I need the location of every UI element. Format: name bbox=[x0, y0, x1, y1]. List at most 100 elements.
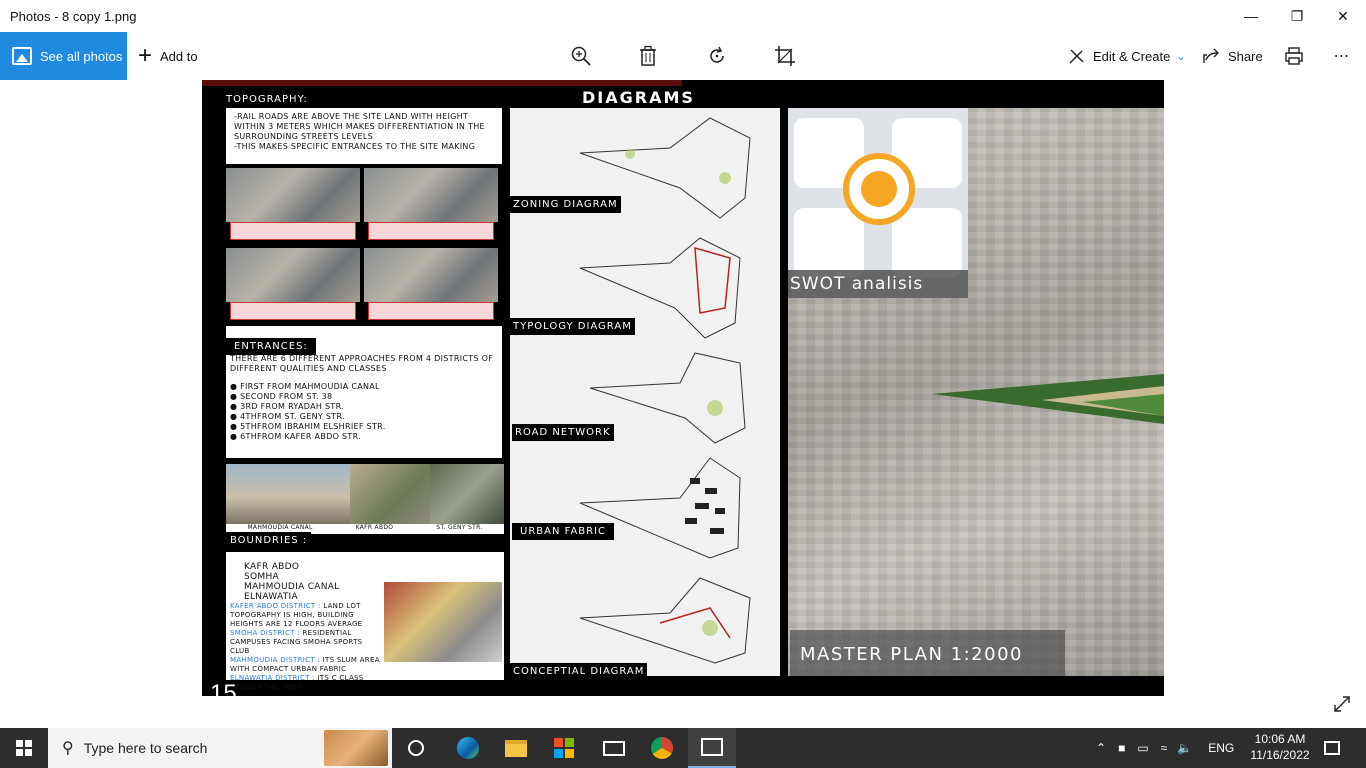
boundry-item: Kafr Abdo bbox=[244, 562, 300, 572]
more-options-button[interactable]: ⋯ bbox=[1330, 44, 1354, 68]
boundry-item: Somha bbox=[244, 572, 279, 582]
diagram-sketches bbox=[579, 117, 751, 664]
store-button[interactable] bbox=[540, 728, 588, 768]
topography-label: Topography: bbox=[226, 94, 308, 105]
chevron-down-icon: ⌄ bbox=[1176, 50, 1186, 63]
topography-photo-1 bbox=[226, 168, 360, 222]
topography-profile-4 bbox=[368, 302, 494, 320]
entrance-photo-1 bbox=[226, 464, 350, 524]
photos-button[interactable] bbox=[688, 728, 736, 768]
poster-accent-bar bbox=[202, 80, 682, 86]
print-button[interactable] bbox=[1282, 44, 1306, 68]
minimize-icon: — bbox=[1244, 8, 1258, 24]
poster-header: DIAGRAMS bbox=[582, 88, 695, 107]
swot-hex bbox=[794, 208, 864, 278]
entrance-item: ● 4thfrom st. Geny str. bbox=[230, 412, 345, 421]
rotate-icon bbox=[710, 46, 724, 63]
entrance-item: ● 3rd from ryadah str. bbox=[230, 402, 344, 411]
wifi-icon[interactable]: ≈ bbox=[1161, 741, 1168, 755]
see-all-photos-button[interactable]: See all photos bbox=[0, 32, 127, 80]
windows-icon bbox=[16, 740, 32, 756]
clock[interactable]: 10:06 AM 11/16/2022 bbox=[1244, 731, 1316, 763]
diagram-panel bbox=[510, 108, 780, 676]
system-tray: ⌃ ■ ▭ ≈ 🔈 ENG bbox=[1096, 728, 1234, 768]
page-number: 15 bbox=[210, 680, 237, 696]
master-plan-label: MASTER PLAN 1:2000 bbox=[790, 630, 1065, 676]
meet-now-icon[interactable]: ■ bbox=[1118, 741, 1125, 755]
edit-create-label: Edit & Create bbox=[1093, 48, 1171, 64]
search-placeholder: Type here to search bbox=[83, 740, 208, 756]
entrance-photo-3 bbox=[430, 464, 504, 524]
mail-icon bbox=[603, 740, 625, 756]
search-icon: ⚲ bbox=[62, 740, 74, 757]
store-icon bbox=[554, 738, 574, 758]
more-icon: ⋯ bbox=[1333, 48, 1351, 65]
crop-icon bbox=[775, 46, 795, 66]
add-to-label: Add to bbox=[160, 48, 198, 64]
topography-profile-3 bbox=[230, 302, 356, 320]
clock-date: 11/16/2022 bbox=[1250, 748, 1310, 762]
volume-icon[interactable]: 🔈 bbox=[1177, 741, 1192, 755]
share-button[interactable]: Share bbox=[1202, 32, 1263, 80]
swot-hex bbox=[892, 208, 962, 278]
trash-icon bbox=[640, 45, 656, 66]
taskbar-search[interactable]: ⚲ Type here to search bbox=[48, 728, 392, 768]
delete-button[interactable] bbox=[636, 44, 660, 68]
entrance-item: ● First from mahmoudia canal bbox=[230, 382, 380, 391]
chrome-button[interactable] bbox=[638, 728, 686, 768]
file-explorer-icon bbox=[505, 739, 527, 757]
notifications-button[interactable] bbox=[1324, 728, 1340, 768]
topography-photo-2 bbox=[364, 168, 498, 222]
topography-profile-1 bbox=[230, 222, 356, 240]
photos-toolbar: See all photos + Add to Edit & Create ⌄ … bbox=[0, 32, 1366, 80]
district-note: Mahmoudia district : Its slum area with … bbox=[230, 656, 380, 673]
battery-icon[interactable]: ▭ bbox=[1137, 741, 1148, 755]
district-note: Smoha district : Residential campuses fa… bbox=[230, 629, 363, 655]
notification-icon bbox=[1324, 741, 1340, 755]
urban-fabric-label: Urban fabric bbox=[512, 523, 615, 540]
mail-button[interactable] bbox=[590, 728, 638, 768]
swot-title: SWOT analisis bbox=[788, 270, 968, 298]
entrance-item: ● Second from st. 38 bbox=[230, 392, 333, 401]
taskbar: ⚲ Type here to search ⌃ ■ ▭ ≈ 🔈 ENG 10:0… bbox=[0, 728, 1366, 768]
edit-create-button[interactable]: Edit & Create ⌄ bbox=[1068, 32, 1186, 80]
zoom-in-button[interactable] bbox=[569, 44, 593, 68]
entrances-intro: There are 6 different approaches from 4 … bbox=[230, 354, 494, 373]
plus-icon: + bbox=[138, 42, 153, 69]
typology-diagram-label: Typology diagram bbox=[510, 318, 635, 335]
entrance-item: ● 5thfrom Ibrahim Elshrief str. bbox=[230, 422, 386, 431]
file-explorer-button[interactable] bbox=[492, 728, 540, 768]
search-highlight-art bbox=[324, 730, 388, 766]
show-hidden-icons-icon[interactable]: ⌃ bbox=[1096, 741, 1106, 755]
fullscreen-button[interactable] bbox=[1332, 694, 1354, 716]
language-indicator[interactable]: ENG bbox=[1208, 741, 1234, 755]
poster-image: DIAGRAMS Topography: -Rail roads are abo… bbox=[202, 80, 1164, 696]
topography-photo-3 bbox=[226, 248, 360, 302]
start-button[interactable] bbox=[0, 728, 48, 768]
minimize-button[interactable]: — bbox=[1228, 0, 1274, 32]
chrome-icon bbox=[651, 737, 673, 759]
task-view-icon bbox=[408, 740, 424, 756]
edge-icon bbox=[457, 737, 479, 759]
district-note: Elnawatia district : Its C class residen… bbox=[230, 674, 364, 691]
boundries-label: Boundries : bbox=[226, 532, 312, 549]
restore-button[interactable]: ❐ bbox=[1274, 0, 1320, 32]
edge-button[interactable] bbox=[444, 728, 492, 768]
task-view-button[interactable] bbox=[392, 728, 440, 768]
rotate-button[interactable] bbox=[705, 44, 729, 68]
crop-button[interactable] bbox=[773, 44, 797, 68]
entrances-label: Entrances: bbox=[226, 338, 316, 355]
add-to-button[interactable]: + Add to bbox=[138, 32, 198, 80]
boundries-map bbox=[384, 582, 502, 662]
expand-icon bbox=[1334, 696, 1350, 712]
title-bar: Photos - 8 copy 1.png — ❐ ✕ bbox=[0, 0, 1366, 32]
road-network-label: Road network bbox=[512, 424, 614, 441]
clock-time: 10:06 AM bbox=[1254, 732, 1306, 746]
topography-profile-2 bbox=[368, 222, 494, 240]
edit-icon bbox=[1069, 49, 1084, 64]
restore-icon: ❐ bbox=[1290, 7, 1304, 24]
topography-photo-4 bbox=[364, 248, 498, 302]
photos-icon bbox=[701, 738, 723, 756]
close-button[interactable]: ✕ bbox=[1320, 0, 1366, 32]
district-note: Kafer Abdo district : Land lot topograph… bbox=[230, 602, 363, 628]
